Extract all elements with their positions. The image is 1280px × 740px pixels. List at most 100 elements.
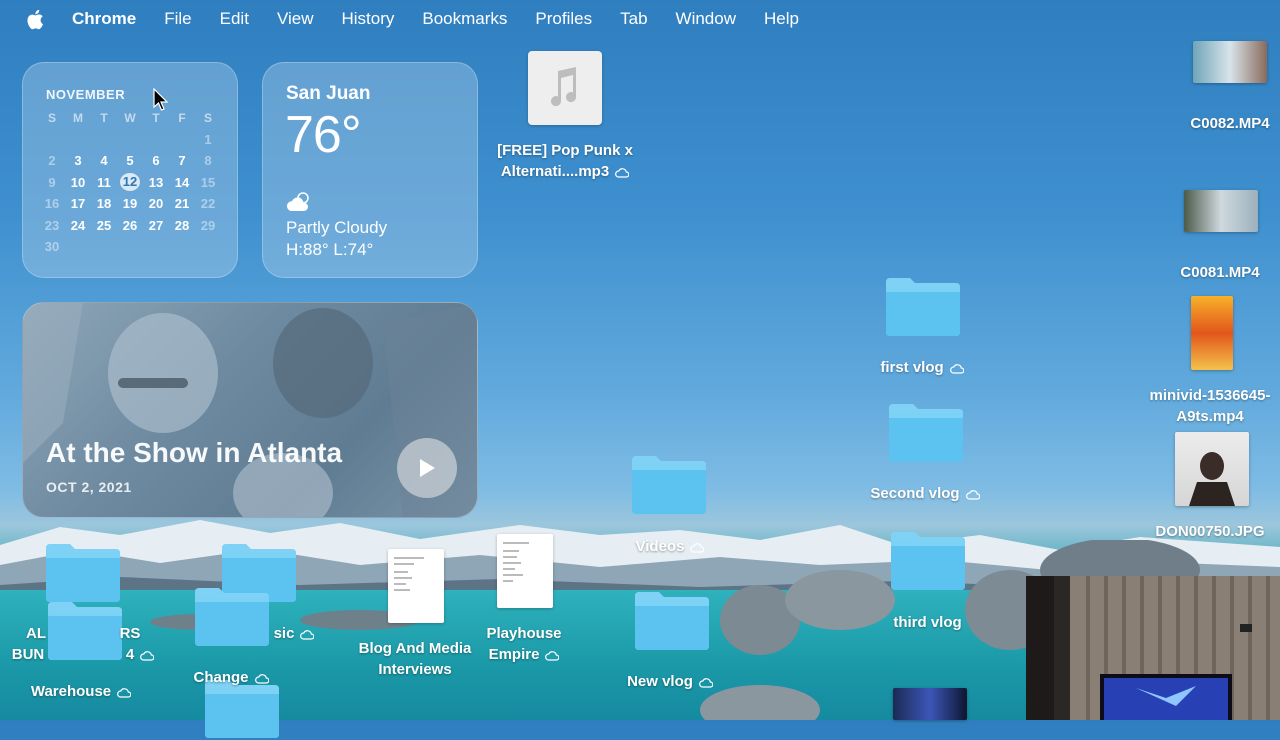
picture-in-picture-video[interactable]: [1026, 576, 1280, 720]
rs-label-fragment[interactable]: RS: [118, 623, 142, 644]
calendar-day: 2: [48, 153, 56, 168]
second-vlog-folder-icon[interactable]: [887, 400, 965, 464]
calendar-day: 20: [148, 196, 164, 211]
menu-window[interactable]: Window: [676, 9, 736, 29]
calendar-day: 22: [200, 196, 216, 211]
warehouse-label[interactable]: Warehouse: [18, 681, 144, 702]
weather-condition: Partly Cloudy: [286, 218, 388, 237]
calendar-day: 6: [152, 153, 160, 168]
third-vlog-label[interactable]: third vlog: [870, 612, 985, 633]
don00750-file-label[interactable]: DON00750.JPG: [1140, 521, 1280, 542]
icloud-icon: [140, 650, 155, 661]
sic-label-fragment[interactable]: sic: [268, 623, 320, 644]
menu-app-chrome[interactable]: Chrome: [72, 9, 136, 29]
menu-view[interactable]: View: [277, 9, 314, 29]
c0081-video-thumbnail[interactable]: [1184, 190, 1258, 232]
calendar-empty-cell: [169, 238, 195, 256]
playhouse-label-line1: Playhouse: [486, 625, 562, 642]
first-vlog-text: first vlog: [880, 359, 944, 376]
photos-memory-widget[interactable]: At the Show in Atlanta OCT 2, 2021: [22, 302, 478, 518]
calendar-empty-cell: [143, 131, 169, 149]
don00750-image-thumbnail[interactable]: [1175, 432, 1249, 506]
all-bundle-folder-icon[interactable]: [44, 540, 122, 604]
four-text: 4: [125, 646, 135, 663]
first-vlog-folder-icon[interactable]: [884, 274, 962, 338]
calendar-today-marker: 12: [120, 172, 140, 191]
calendar-day: 15: [200, 174, 216, 190]
change-label[interactable]: Change: [186, 667, 276, 688]
menu-file[interactable]: File: [164, 9, 191, 29]
calendar-day: 11: [97, 174, 111, 190]
calendar-day: 23: [44, 217, 60, 233]
menu-edit[interactable]: Edit: [220, 9, 249, 29]
play-button[interactable]: [397, 438, 457, 498]
third-vlog-folder-icon[interactable]: [889, 528, 967, 592]
menu-profiles[interactable]: Profiles: [535, 9, 592, 29]
video-frame: [1026, 576, 1280, 720]
calendar-day: 29: [200, 217, 216, 233]
blog-document-icon[interactable]: [388, 549, 444, 623]
playhouse-label-line2: Empire: [488, 646, 540, 663]
calendar-empty-cell: [65, 131, 91, 149]
second-vlog-label[interactable]: Second vlog: [855, 483, 995, 504]
calendar-day: 25: [96, 217, 112, 233]
videos-folder-label[interactable]: Videos: [615, 536, 725, 557]
icloud-icon: [965, 489, 980, 500]
playhouse-document-label[interactable]: Playhouse Empire: [464, 623, 584, 665]
al-label-fragment[interactable]: AL: [24, 623, 48, 644]
calendar-empty-cell: [91, 131, 117, 149]
c0082-video-thumbnail[interactable]: [1193, 41, 1267, 83]
minivid-label-line2: A9ts.mp4: [1176, 408, 1244, 425]
new-vlog-folder-icon[interactable]: [633, 588, 711, 652]
weekday-header: T: [100, 111, 108, 125]
calendar-day: 19: [122, 196, 138, 211]
change-folder-icon[interactable]: [193, 584, 271, 648]
calendar-day: 7: [178, 153, 186, 168]
four-label-fragment[interactable]: 4: [120, 644, 160, 665]
bun-label-fragment[interactable]: BUN: [8, 644, 48, 665]
minivid-video-thumbnail[interactable]: [1191, 296, 1233, 370]
menu-help[interactable]: Help: [764, 9, 799, 29]
calendar-day: 30: [44, 239, 60, 254]
weather-city: San Juan: [286, 83, 371, 104]
icloud-icon: [690, 542, 705, 553]
calendar-day: 27: [148, 217, 164, 233]
weekday-header: S: [203, 111, 212, 125]
weather-widget[interactable]: San Juan 76° Partly Cloudy H:88° L:74°: [262, 62, 478, 278]
calendar-empty-cell: [91, 238, 117, 256]
calendar-day: 13: [148, 174, 164, 190]
new-vlog-label[interactable]: New vlog: [610, 671, 730, 692]
c0082-file-label[interactable]: C0082.MP4: [1178, 113, 1280, 134]
calendar-day: 21: [174, 196, 190, 211]
weather-high-low: H:88° L:74°: [286, 240, 374, 259]
calendar-empty-cell: [169, 131, 195, 149]
warehouse-text: Warehouse: [30, 683, 112, 700]
first-vlog-label[interactable]: first vlog: [862, 357, 982, 378]
apple-menu-icon[interactable]: [26, 8, 46, 30]
calendar-day: 4: [100, 153, 108, 168]
calendar-day: 8: [204, 153, 212, 168]
play-icon: [420, 459, 435, 477]
calendar-day: 10: [70, 174, 86, 190]
c0081-file-label[interactable]: C0081.MP4: [1168, 262, 1272, 283]
mp3-file-label[interactable]: [FREE] Pop Punk x Alternati....mp3: [480, 140, 650, 182]
videos-folder-icon[interactable]: [630, 452, 708, 516]
memory-title: At the Show in Atlanta: [46, 437, 343, 468]
partial-video-thumbnail[interactable]: [893, 688, 967, 720]
overlap-folder-icon[interactable]: [46, 598, 124, 662]
calendar-month: NOVEMBER: [46, 87, 126, 102]
minivid-file-label[interactable]: minivid-1536645- A9ts.mp4: [1130, 385, 1280, 427]
videos-text: Videos: [635, 538, 685, 555]
calendar-day: 5: [126, 153, 134, 168]
calendar-today: 12: [117, 172, 143, 192]
menu-tab[interactable]: Tab: [620, 9, 647, 29]
minivid-label-line1: minivid-1536645-: [1149, 387, 1271, 404]
calendar-day: 28: [174, 217, 190, 233]
mouse-cursor-icon: [153, 88, 169, 111]
playhouse-document-icon[interactable]: [497, 534, 553, 608]
menu-bookmarks[interactable]: Bookmarks: [422, 9, 507, 29]
calendar-widget[interactable]: NOVEMBER S M T W T F S 1 2 3 4 5 6 7 8 9 10 11 12 13 14 15 16 1…: [22, 62, 238, 278]
menu-history[interactable]: History: [341, 9, 394, 29]
mp3-file-icon[interactable]: [528, 51, 602, 125]
weekday-header: F: [178, 111, 186, 125]
